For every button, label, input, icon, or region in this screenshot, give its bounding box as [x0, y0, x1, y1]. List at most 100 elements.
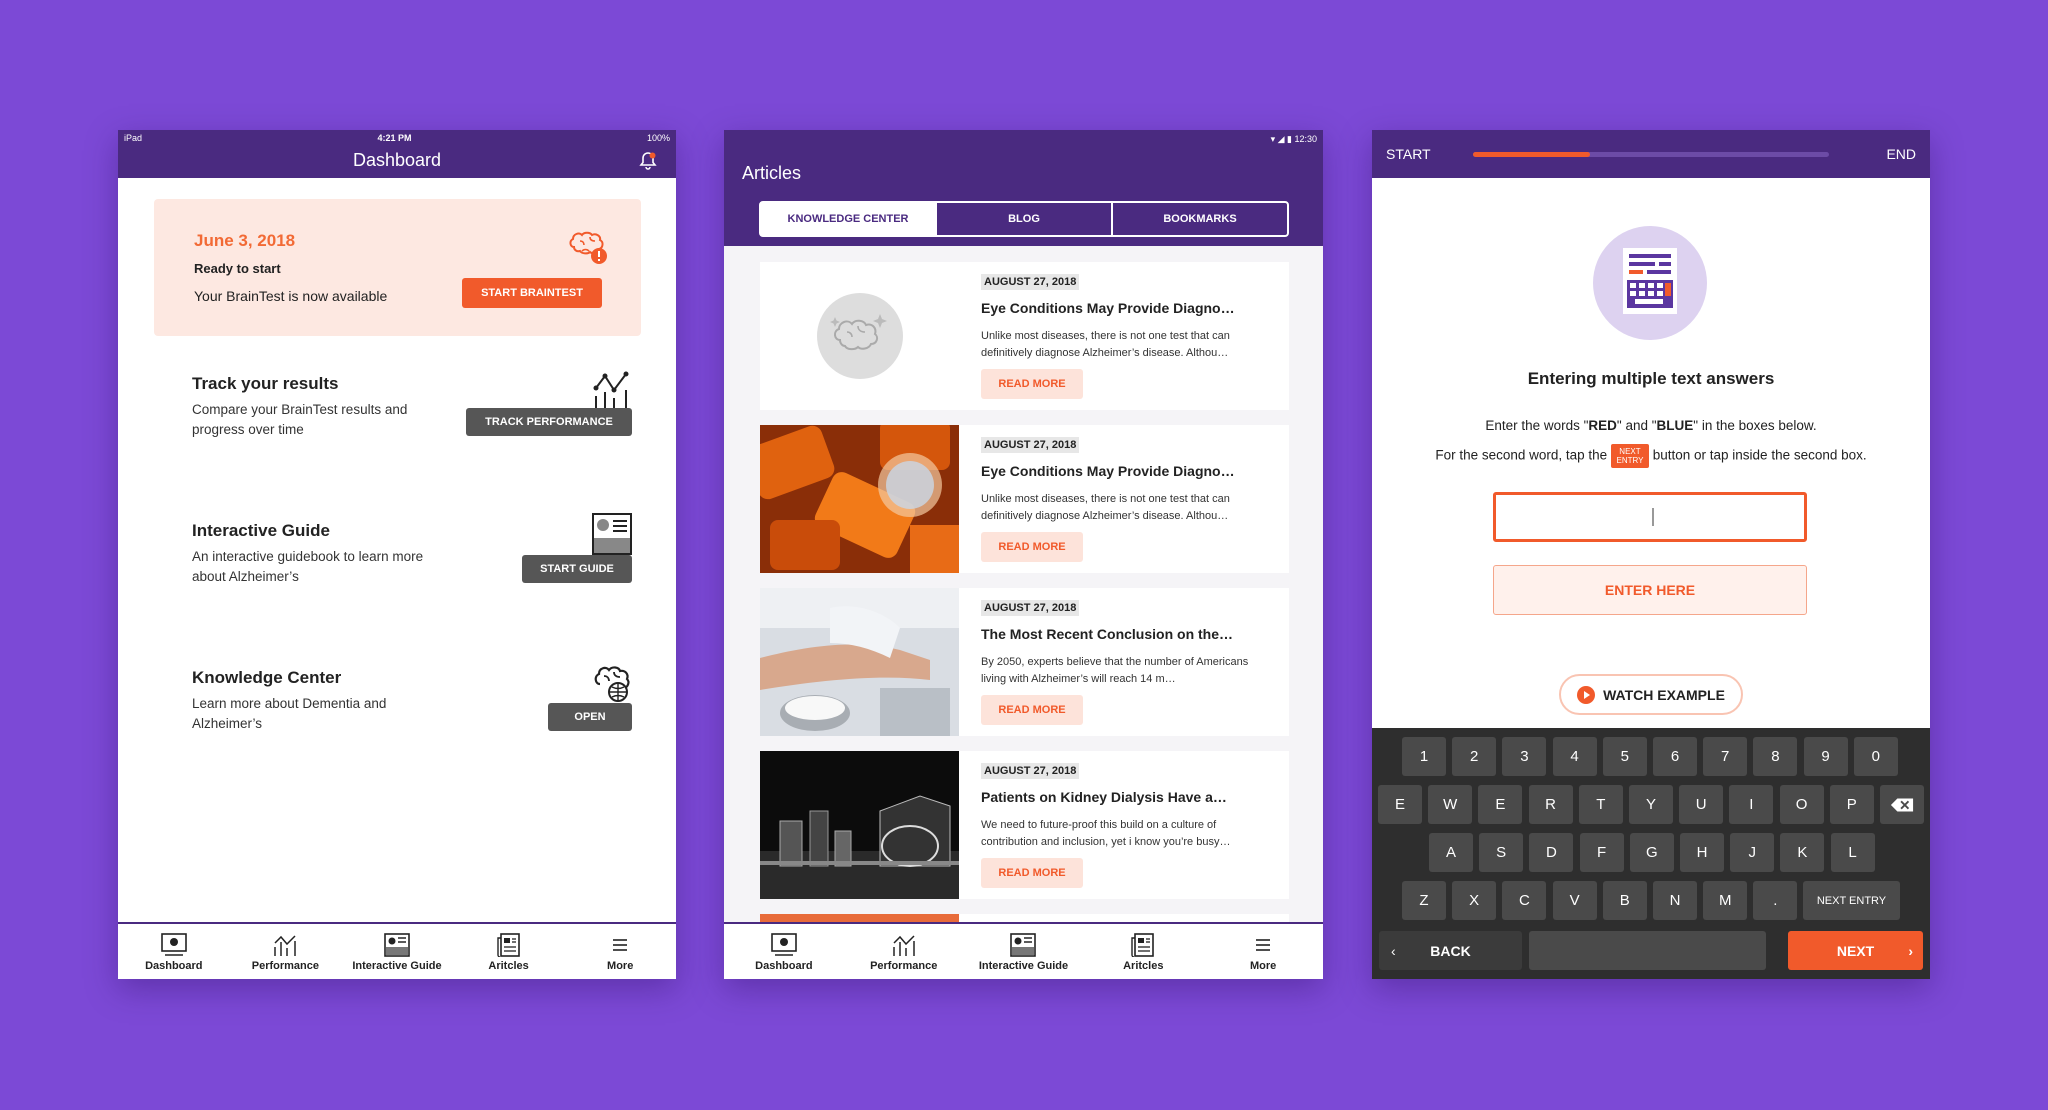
key[interactable]: 5 [1602, 737, 1647, 776]
key[interactable]: 4 [1552, 737, 1597, 776]
articles-icon [496, 933, 520, 957]
articles-icon [1131, 933, 1155, 957]
tab-interactive-guide[interactable]: Interactive Guide [964, 924, 1084, 979]
tab-articles[interactable]: Aritcles [453, 924, 565, 979]
key[interactable]: D [1529, 833, 1574, 872]
article-card[interactable]: AUGUST 27, 2018 Eye Conditions May Provi… [760, 425, 1289, 573]
answer-input-2[interactable]: ENTER HERE [1493, 565, 1807, 615]
read-more-button[interactable]: READ MORE [981, 369, 1083, 399]
next-entry-key[interactable]: NEXT ENTRY [1803, 881, 1900, 920]
article-title: Eye Conditions May Provide Diagno… [981, 463, 1235, 479]
menu-icon [1256, 939, 1271, 951]
key[interactable]: E [1478, 785, 1523, 824]
key[interactable]: H [1680, 833, 1724, 872]
key[interactable]: 3 [1502, 737, 1547, 776]
read-more-button[interactable]: READ MORE [981, 695, 1083, 725]
dashboard-icon [771, 933, 797, 956]
keyboard-icon [1623, 248, 1677, 314]
guide-heading: Interactive Guide [192, 521, 330, 540]
open-knowledge-button[interactable]: OPEN [548, 703, 632, 731]
tab-interactive-guide[interactable]: Interactive Guide [341, 924, 453, 979]
status-bar: iPad 4:21 PM 100% [118, 130, 676, 146]
article-title: Eye Conditions May Provide Diagno… [981, 300, 1235, 316]
progress-fill [1473, 152, 1591, 157]
key[interactable]: R [1528, 785, 1573, 824]
key[interactable]: N [1653, 881, 1697, 920]
key[interactable]: 9 [1803, 737, 1848, 776]
status-time: 4:21 PM [377, 133, 412, 143]
key[interactable]: J [1730, 833, 1775, 872]
tab-bookmarks[interactable]: BOOKMARKS [1113, 203, 1287, 235]
test-screen: START END Entering multiple text answers… [1372, 130, 1930, 979]
key[interactable]: P [1829, 785, 1874, 824]
test-header: START END [1372, 130, 1930, 178]
key[interactable]: T [1578, 785, 1623, 824]
key[interactable]: S [1479, 833, 1524, 872]
key[interactable]: Z [1402, 881, 1446, 920]
key[interactable]: O [1779, 785, 1824, 824]
key[interactable]: G [1629, 833, 1674, 872]
dashboard-icon [160, 933, 187, 956]
start-guide-button[interactable]: START GUIDE [522, 555, 632, 583]
key[interactable]: 2 [1452, 737, 1497, 776]
key[interactable]: X [1452, 881, 1497, 920]
start-braintest-button[interactable]: START BRAINTEST [462, 278, 602, 308]
key[interactable]: A [1429, 833, 1473, 872]
tab-dashboard[interactable]: Dashboard [118, 924, 230, 979]
knowledge-description: Learn more about Dementia and Alzheimer’… [192, 696, 387, 731]
tab-knowledge-center[interactable]: KNOWLEDGE CENTER [761, 203, 937, 235]
key[interactable]: M [1703, 881, 1748, 920]
answer-input-1[interactable] [1493, 492, 1807, 542]
back-button[interactable]: ‹ BACK [1379, 931, 1522, 970]
tab-label: Aritcles [488, 960, 529, 972]
next-entry-chip: NEXT ENTRY [1610, 444, 1649, 468]
key[interactable]: 6 [1653, 737, 1697, 776]
key[interactable]: 7 [1703, 737, 1748, 776]
key[interactable]: 1 [1402, 737, 1446, 776]
tab-more[interactable]: More [564, 924, 676, 979]
key[interactable]: L [1830, 833, 1875, 872]
key[interactable]: V [1552, 881, 1597, 920]
key[interactable]: F [1579, 833, 1624, 872]
key[interactable]: 0 [1853, 737, 1898, 776]
key[interactable]: Y [1629, 785, 1673, 824]
watch-example-button[interactable]: WATCH EXAMPLE [1559, 674, 1743, 715]
next-button[interactable]: NEXT › [1788, 931, 1923, 970]
read-more-button[interactable]: READ MORE [981, 858, 1083, 888]
space-bar[interactable] [1529, 931, 1766, 970]
knowledge-heading: Knowledge Center [192, 668, 342, 687]
lab-glassware-image [760, 751, 959, 899]
tab-label: Dashboard [145, 960, 203, 972]
key[interactable]: E [1378, 785, 1422, 824]
interactive-guide-section: Interactive Guide An interactive guidebo… [192, 513, 632, 621]
key[interactable]: K [1780, 833, 1825, 872]
backspace-key[interactable] [1880, 785, 1924, 824]
track-description: Compare your BrainTest results and progr… [192, 402, 408, 437]
tab-dashboard[interactable]: Dashboard [724, 924, 844, 979]
tab-label: Interactive Guide [352, 960, 442, 972]
tab-more[interactable]: More [1203, 924, 1323, 979]
dashboard-header: iPad 4:21 PM 100% Dashboard [118, 130, 676, 178]
read-more-button[interactable]: READ MORE [981, 532, 1083, 562]
tab-performance[interactable]: Performance [230, 924, 342, 979]
key[interactable]: U [1679, 785, 1724, 824]
tab-articles[interactable]: Aritcles [1083, 924, 1203, 979]
tab-blog[interactable]: BLOG [937, 203, 1113, 235]
article-card[interactable]: AUGUST 27, 2018 Patients on Kidney Dialy… [760, 751, 1289, 899]
notification-bell-icon[interactable] [638, 151, 658, 171]
tab-performance[interactable]: Performance [844, 924, 964, 979]
brain-placeholder-image [760, 262, 959, 410]
article-card[interactable]: AUGUST 27, 2018 Eye Conditions May Provi… [760, 262, 1289, 410]
key[interactable]: I [1729, 785, 1774, 824]
guide-icon [384, 933, 410, 957]
medical-hands-image [760, 588, 959, 736]
key[interactable]: . [1753, 881, 1798, 920]
article-card[interactable]: AUGUST 27, 2018 The Most Recent Conclusi… [760, 588, 1289, 736]
key[interactable]: B [1602, 881, 1647, 920]
key[interactable]: C [1502, 881, 1547, 920]
key[interactable]: 8 [1753, 737, 1798, 776]
guide-icon [1010, 933, 1037, 957]
key[interactable]: W [1428, 785, 1473, 824]
pill-bottles-image [760, 425, 959, 573]
track-performance-button[interactable]: TRACK PERFORMANCE [466, 408, 632, 436]
